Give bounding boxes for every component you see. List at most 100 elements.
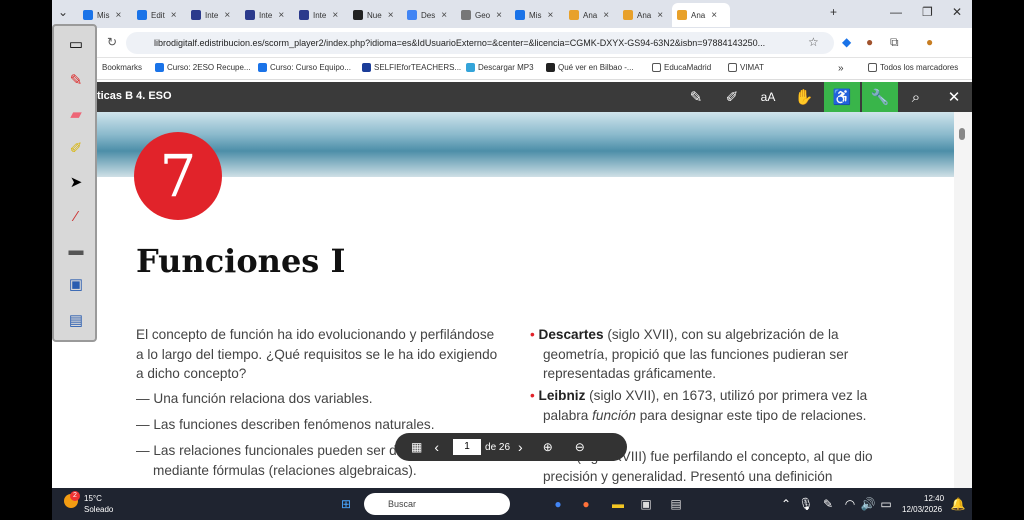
annotation-tool-panel: ▭ ✎ ▰ ✐ ➤ ⁄ ▬ ▣ ▤ xyxy=(52,24,97,342)
eraser-icon[interactable]: ▰ xyxy=(62,100,90,128)
tab-label: Des xyxy=(421,10,436,20)
pen-icon[interactable]: ✎ xyxy=(818,494,838,514)
tab-label: Mis xyxy=(97,10,110,20)
clock-time[interactable]: 12:40 xyxy=(924,494,944,503)
marker-icon[interactable]: ✐ xyxy=(714,82,750,112)
pencil-icon[interactable]: ✎ xyxy=(678,82,714,112)
bookmark-item[interactable]: EducaMadrid xyxy=(652,63,711,72)
new-tab-button[interactable]: + xyxy=(830,5,837,19)
previous-page-icon[interactable]: ‹ xyxy=(434,439,439,455)
zoom-out-icon[interactable]: ⊖ xyxy=(575,440,585,454)
chrome-icon[interactable]: ● xyxy=(548,494,568,514)
highlighter-icon[interactable]: ✐ xyxy=(62,134,90,162)
whiteboard-app-icon[interactable]: ▤ xyxy=(666,494,686,514)
close-tab-icon[interactable]: × xyxy=(224,10,230,21)
screen-capture-icon[interactable]: ▣ xyxy=(62,270,90,298)
browser-tab[interactable]: Mis × xyxy=(510,3,562,27)
extensions-puzzle-icon[interactable]: ⧉ xyxy=(890,35,899,50)
bookmark-item[interactable]: VIMAT xyxy=(728,63,764,72)
page-number-input[interactable]: 1 xyxy=(453,439,482,455)
browser-tab[interactable]: Inte × xyxy=(186,3,238,27)
eu-flag-icon xyxy=(362,63,371,72)
keyboard-icon[interactable]: ▬ xyxy=(62,236,90,264)
bookmarks-bar: Bookmarks Curso: 2ESO Recupe... Curso: C… xyxy=(52,58,972,80)
battery-icon[interactable]: ▭ xyxy=(876,494,896,514)
close-tab-icon[interactable]: × xyxy=(332,10,338,21)
zoom-in-icon[interactable]: ⊕ xyxy=(543,440,553,454)
close-tab-icon[interactable]: × xyxy=(388,10,394,21)
browser-tab[interactable]: Ana × xyxy=(672,3,730,27)
grid-view-icon[interactable]: ▦ xyxy=(411,440,422,454)
app-icon[interactable]: ▣ xyxy=(636,494,656,514)
bookmark-item[interactable]: Descargar MP3 xyxy=(466,63,534,72)
tab-search-icon[interactable]: ⌄ xyxy=(58,5,68,19)
clock-date[interactable]: 12/03/2026 xyxy=(902,505,942,514)
browser-tab[interactable]: Inte × xyxy=(240,3,292,27)
tab-icon xyxy=(677,10,687,20)
cookie-icon[interactable]: ● xyxy=(866,35,873,49)
volume-icon[interactable]: 🔊 xyxy=(858,494,878,514)
all-bookmarks-item[interactable]: Todos los marcadores xyxy=(868,63,958,72)
scrollbar-thumb[interactable] xyxy=(959,128,965,140)
bookmark-item[interactable]: SELFIEforTEACHERS... xyxy=(362,63,461,72)
window-icon[interactable]: ▤ xyxy=(62,306,90,334)
list-item: • Descartes (siglo XVII), con su algebri… xyxy=(530,327,849,381)
tab-icon xyxy=(245,10,255,20)
hand-icon[interactable]: ✋ xyxy=(786,82,822,112)
red-pen-icon[interactable]: ✎ xyxy=(62,66,90,94)
tray-chevron-icon[interactable]: ⌃ xyxy=(776,494,796,514)
firefox-icon[interactable]: ● xyxy=(576,494,596,514)
close-icon[interactable]: ✕ xyxy=(936,82,972,112)
tab-icon xyxy=(299,10,309,20)
page-scrollbar[interactable] xyxy=(954,112,972,488)
text-size-button[interactable]: aA xyxy=(750,82,786,112)
notifications-icon[interactable]: 🔔 xyxy=(948,494,968,514)
close-window-icon[interactable]: ✕ xyxy=(952,5,962,19)
url-field[interactable]: librodigitalf.edistribucion.es/scorm_pla… xyxy=(126,32,834,54)
browser-tab[interactable]: Geo × xyxy=(456,3,508,27)
close-tab-icon[interactable]: × xyxy=(171,10,177,21)
extension-icon[interactable]: ◆ xyxy=(842,35,851,49)
browser-tab[interactable]: Edit × xyxy=(132,3,184,27)
restore-icon[interactable]: ❐ xyxy=(922,5,933,19)
microphone-icon[interactable]: 🎙 xyxy=(796,494,816,514)
taskbar-search[interactable]: Buscar xyxy=(364,493,510,515)
brush-icon[interactable]: ⁄ xyxy=(62,202,90,230)
whiteboard-icon[interactable]: ▭ xyxy=(62,30,90,58)
close-tab-icon[interactable]: × xyxy=(547,10,553,21)
bookmark-item[interactable]: Curso: Curso Equipo... xyxy=(258,63,351,72)
search-icon[interactable]: ⌕ xyxy=(898,82,934,112)
browser-tab[interactable]: Des × xyxy=(402,3,454,27)
close-tab-icon[interactable]: × xyxy=(603,10,609,21)
file-explorer-icon[interactable]: ▬ xyxy=(608,494,628,514)
browser-tab[interactable]: Inte × xyxy=(294,3,346,27)
graduation-cap-icon xyxy=(137,10,147,20)
tab-label: Inte xyxy=(313,10,327,20)
start-icon[interactable]: ⊞ xyxy=(336,494,356,514)
close-tab-icon[interactable]: × xyxy=(115,10,121,21)
accessibility-icon[interactable]: ♿ xyxy=(824,82,860,112)
bookmark-item[interactable]: Qué ver en Bilbao -... xyxy=(546,63,634,72)
windows-taskbar: 2 15°C Soleado ⊞ Buscar ● ● ▬ ▣ ▤ ⌃ 🎙 ✎ … xyxy=(52,488,972,520)
bookmark-item[interactable]: Bookmarks xyxy=(102,63,142,72)
bookmark-star-icon[interactable]: ☆ xyxy=(808,35,819,49)
reload-icon[interactable]: ↻ xyxy=(107,35,117,49)
wrench-icon[interactable]: 🔧 xyxy=(862,82,898,112)
close-tab-icon[interactable]: × xyxy=(496,10,502,21)
browser-tab[interactable]: Nue × xyxy=(348,3,400,27)
close-tab-icon[interactable]: × xyxy=(657,10,663,21)
close-tab-icon[interactable]: × xyxy=(278,10,284,21)
browser-tab[interactable]: Ana × xyxy=(618,3,670,27)
minimize-icon[interactable]: — xyxy=(890,5,902,19)
next-page-icon[interactable]: › xyxy=(518,439,523,455)
pointer-icon[interactable]: ➤ xyxy=(62,168,90,196)
profile-avatar-icon[interactable]: ● xyxy=(926,35,933,49)
browser-tab[interactable]: Ana × xyxy=(564,3,616,27)
bookmarks-overflow-button[interactable]: » xyxy=(838,63,844,74)
github-icon xyxy=(546,63,555,72)
bookmark-item[interactable]: Curso: 2ESO Recupe... xyxy=(155,63,251,72)
github-icon xyxy=(353,10,363,20)
close-tab-icon[interactable]: × xyxy=(441,10,447,21)
wifi-icon[interactable]: ◠ xyxy=(840,494,860,514)
close-tab-icon[interactable]: × xyxy=(711,10,717,21)
